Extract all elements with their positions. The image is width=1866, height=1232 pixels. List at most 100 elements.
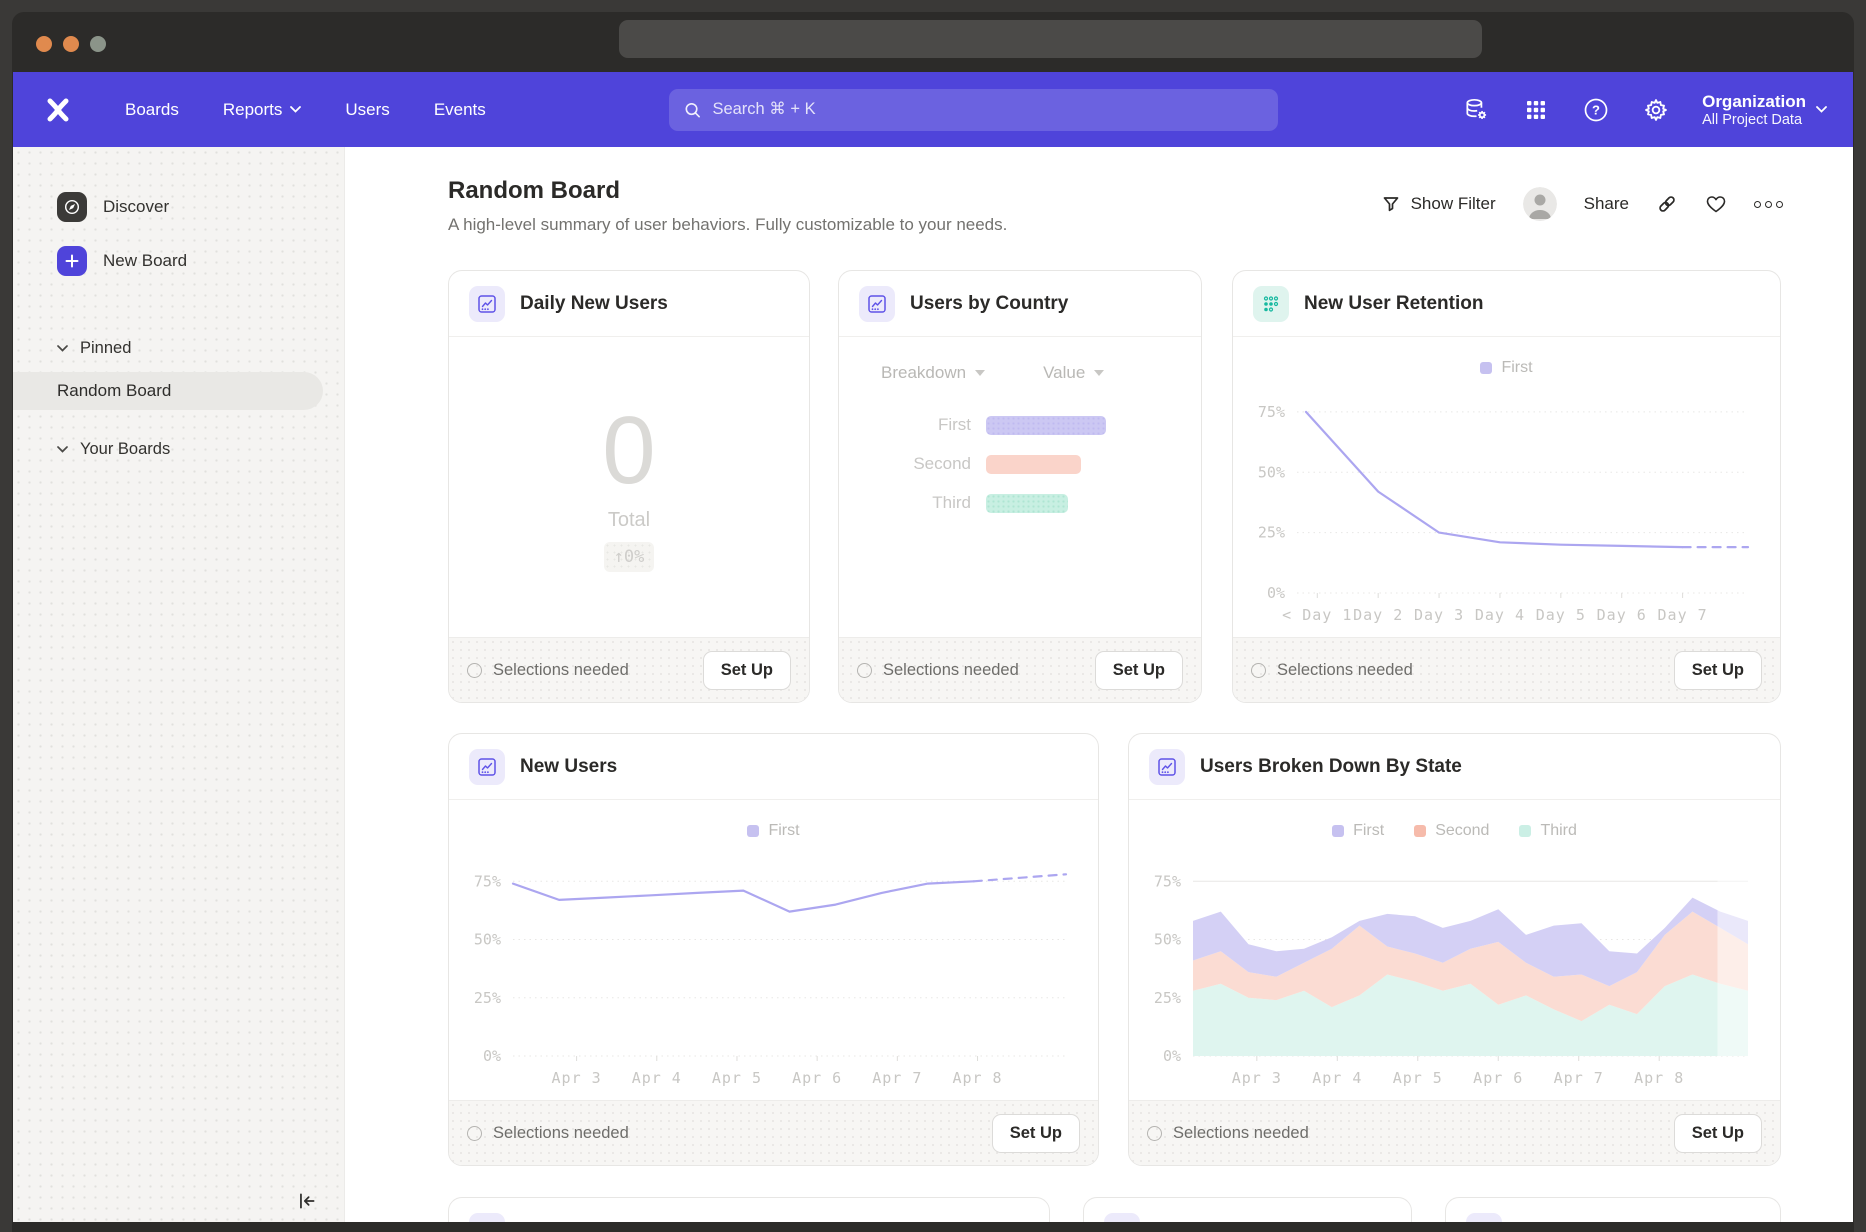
- legend-swatch-first: [747, 825, 759, 837]
- svg-text:Day 2: Day 2: [1353, 606, 1403, 624]
- svg-text:75%: 75%: [474, 872, 501, 890]
- nav-link-reports[interactable]: Reports: [223, 100, 302, 120]
- sidebar-section-label: Your Boards: [80, 440, 170, 459]
- heart-icon: [1705, 193, 1727, 215]
- sidebar-item-random-board[interactable]: Random Board: [13, 372, 323, 410]
- chevron-down-icon: [57, 345, 68, 352]
- sidebar-item-label: New Board: [103, 251, 187, 271]
- search-input[interactable]: [712, 100, 1264, 119]
- card-title: New User Retention: [1304, 293, 1483, 315]
- window-minimize-button[interactable]: [63, 36, 79, 52]
- filter-funnel-icon: [1381, 194, 1401, 214]
- insights-chart-icon: [469, 749, 505, 785]
- value-label: Value: [1043, 363, 1085, 383]
- sidebar-section-pinned[interactable]: Pinned: [13, 339, 344, 358]
- country-bars: First Second Third: [839, 415, 1201, 532]
- card-stacked-line-graph: Stacked Line Graph: [448, 1197, 1050, 1222]
- collapse-sidebar-icon: [296, 1190, 318, 1212]
- legend-swatch-first: [1480, 362, 1492, 374]
- nav-link-users[interactable]: Users: [345, 100, 389, 120]
- settings-gear-icon[interactable]: [1642, 96, 1670, 124]
- data-management-icon[interactable]: [1462, 96, 1490, 124]
- mixpanel-logo-icon[interactable]: [43, 95, 73, 125]
- nav-right: ? Organization All Project Data: [1462, 91, 1827, 128]
- favorite-button[interactable]: [1705, 193, 1727, 215]
- setup-button[interactable]: Set Up: [992, 1114, 1080, 1153]
- svg-text:Apr 8: Apr 8: [952, 1069, 1002, 1087]
- insights-chart-icon: [469, 286, 505, 322]
- svg-text:Apr 6: Apr 6: [1473, 1069, 1523, 1087]
- svg-text:Apr 5: Apr 5: [712, 1069, 762, 1087]
- apps-grid-icon[interactable]: [1522, 96, 1550, 124]
- share-button[interactable]: Share: [1584, 194, 1629, 214]
- setup-button[interactable]: Set Up: [1674, 651, 1762, 690]
- bar-row: Third: [839, 493, 1201, 513]
- nav-link-events[interactable]: Events: [434, 100, 486, 120]
- card-users-by-country: Users by Country Breakdown Value: [838, 270, 1202, 703]
- svg-text:Day 4: Day 4: [1475, 606, 1525, 624]
- svg-text:Day 5: Day 5: [1536, 606, 1586, 624]
- setup-button[interactable]: Set Up: [703, 651, 791, 690]
- bar-row-label: Third: [839, 493, 986, 513]
- bar-row: First: [839, 415, 1201, 435]
- address-bar[interactable]: [619, 20, 1482, 58]
- bar-third: [986, 494, 1068, 513]
- breakdown-dropdown[interactable]: Breakdown: [881, 363, 985, 383]
- sidebar-item-discover[interactable]: Discover: [13, 183, 344, 231]
- window-zoom-button[interactable]: [90, 36, 106, 52]
- search-bar[interactable]: [669, 89, 1278, 131]
- help-icon[interactable]: ?: [1582, 96, 1610, 124]
- more-options-button[interactable]: [1754, 201, 1783, 208]
- metric-value: 0: [602, 403, 655, 499]
- legend-label: First: [768, 822, 799, 840]
- window-controls: [36, 36, 106, 52]
- svg-text:50%: 50%: [1258, 463, 1285, 481]
- svg-text:Apr 3: Apr 3: [1232, 1069, 1282, 1087]
- status-circle-icon: [467, 1126, 482, 1141]
- dropdown-arrow-icon: [975, 370, 985, 376]
- card-title: Insights Report: [1155, 1220, 1294, 1222]
- svg-text:75%: 75%: [1258, 403, 1285, 421]
- organization-switcher[interactable]: Organization All Project Data: [1702, 91, 1827, 128]
- insights-chart-icon: [1466, 1213, 1502, 1222]
- svg-text:Apr 4: Apr 4: [632, 1069, 682, 1087]
- sidebar-collapse-button[interactable]: [294, 1188, 320, 1214]
- bar-second: [986, 455, 1081, 474]
- card-title: Stacked Line Graph: [520, 1220, 698, 1222]
- show-filter-button[interactable]: Show Filter: [1381, 194, 1496, 214]
- legend-label: First: [1501, 359, 1532, 377]
- setup-button[interactable]: Set Up: [1674, 1114, 1762, 1153]
- window-close-button[interactable]: [36, 36, 52, 52]
- retention-chart: 75%50%25%0%< Day 1Day 2Day 3Day 4Day 5Da…: [1233, 381, 1780, 637]
- metric-label: Total: [608, 509, 650, 532]
- svg-text:50%: 50%: [1154, 931, 1181, 949]
- svg-text:Apr 7: Apr 7: [1554, 1069, 1604, 1087]
- sidebar-item-new-board[interactable]: New Board: [13, 237, 344, 285]
- users-by-state-chart: 75%50%25%0%Apr 3Apr 4Apr 5Apr 6Apr 7Apr …: [1129, 844, 1780, 1100]
- board-main: Random Board A high-level summary of use…: [345, 147, 1853, 1222]
- value-dropdown[interactable]: Value: [1043, 363, 1104, 383]
- card-insights-report: Insights Report: [1083, 1197, 1412, 1222]
- svg-text:Apr 8: Apr 8: [1634, 1069, 1684, 1087]
- status-circle-icon: [857, 663, 872, 678]
- nav-link-reports-label: Reports: [223, 100, 283, 120]
- nav-link-boards[interactable]: Boards: [125, 100, 179, 120]
- plus-icon: [57, 246, 87, 276]
- copy-link-button[interactable]: [1656, 193, 1678, 215]
- page-title: Random Board: [448, 177, 620, 205]
- status-badge: Selections needed: [467, 661, 629, 680]
- legend-swatch-first: [1332, 825, 1344, 837]
- nav-search-area: [486, 89, 1462, 131]
- sidebar: Discover New Board Pinned Random Board: [13, 147, 345, 1222]
- sidebar-section-your-boards[interactable]: Your Boards: [13, 440, 344, 459]
- avatar[interactable]: [1523, 187, 1557, 221]
- svg-text:?: ?: [1592, 102, 1600, 117]
- legend-label: Second: [1435, 822, 1489, 840]
- link-icon: [1656, 193, 1678, 215]
- card-active-users: Active Users: [1445, 1197, 1781, 1222]
- status-badge: Selections needed: [1147, 1124, 1309, 1143]
- setup-button[interactable]: Set Up: [1095, 651, 1183, 690]
- status-circle-icon: [1251, 663, 1266, 678]
- legend-label: First: [1353, 822, 1384, 840]
- show-filter-label: Show Filter: [1411, 194, 1496, 214]
